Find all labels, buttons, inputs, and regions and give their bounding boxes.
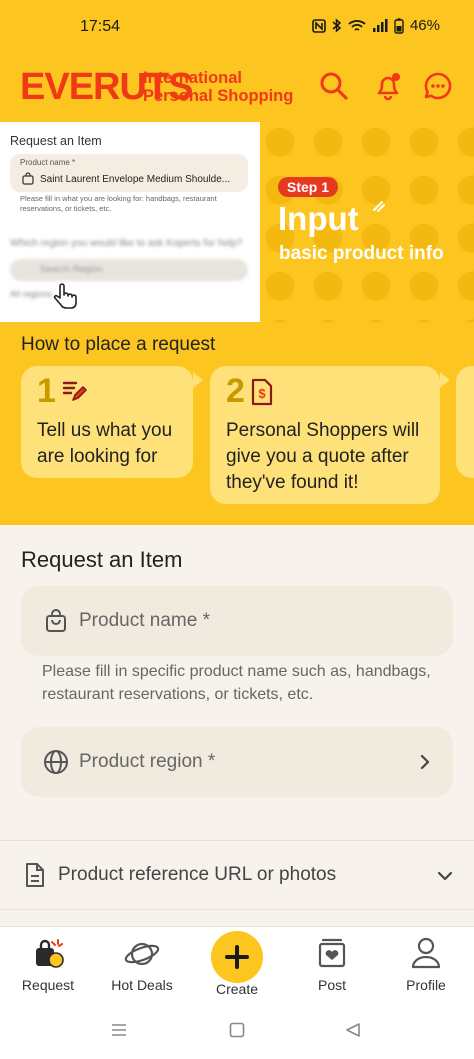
battery-icon — [394, 17, 404, 34]
step-text: Personal Shoppers will give you a quote … — [226, 418, 419, 496]
plus-icon — [225, 945, 249, 969]
how-to-title: How to place a request — [21, 334, 216, 355]
banner-title: Input — [278, 200, 359, 237]
tab-label: Hot Deals — [111, 977, 173, 993]
how-to-step-card: 1 Tell us what you are looking for — [21, 366, 193, 478]
tab-label: Post — [317, 977, 346, 993]
chevron-right-icon — [420, 754, 430, 770]
planet-icon — [124, 942, 160, 966]
step-number: 2 — [226, 372, 245, 410]
banner-subtitle: basic product info — [279, 243, 444, 264]
banner-shot-region-question: Which region you would like to ask Koper… — [10, 238, 243, 249]
how-to-section: How to place a request 1 Tell us what yo… — [0, 322, 474, 525]
tab-label: Request — [21, 977, 75, 993]
product-reference-row[interactable]: Product reference URL or photos — [0, 840, 474, 910]
step-number: 1 — [37, 372, 56, 410]
app-header: EVERUTS International Personal Shopping — [0, 56, 474, 122]
profile-icon — [411, 937, 441, 969]
tab-hot-deals[interactable]: Hot Deals — [95, 927, 189, 1007]
step-text-line: Personal Shoppers will — [226, 420, 420, 441]
divider — [0, 909, 474, 910]
banner-shot-region-popular: All regions — [10, 289, 53, 299]
globe-icon — [44, 750, 68, 774]
svg-text:$: $ — [258, 386, 266, 401]
tab-post[interactable]: Post — [285, 927, 379, 1007]
home-icon[interactable] — [229, 1022, 245, 1038]
banner-shot-field-value: Saint Laurent Envelope Medium Shoulde... — [40, 174, 231, 185]
tab-label: Create — [215, 981, 259, 997]
wifi-icon — [348, 19, 366, 31]
create-button[interactable] — [211, 931, 263, 983]
banner-shot-hint: Please fill in what you are looking for:… — [20, 194, 217, 213]
system-navigation-bar — [0, 1006, 474, 1059]
step-arrow — [440, 372, 450, 388]
step-arrow — [193, 372, 203, 388]
battery-percent: 46% — [409, 17, 440, 34]
pointing-hand-icon — [53, 283, 77, 309]
tagline-line1: International — [143, 69, 243, 87]
banner-shot-title: Request an Item — [10, 134, 102, 148]
product-name-field[interactable]: Product name * — [21, 586, 453, 656]
chevron-down-icon — [437, 871, 453, 881]
bottom-tab-bar: Request Hot Deals Create Post Profile — [0, 926, 474, 1006]
how-to-step-card-partial — [456, 366, 474, 478]
shopping-bag-icon — [22, 172, 34, 185]
app-tagline: International Personal Shopping — [143, 69, 293, 105]
form-title: Request an Item — [21, 547, 183, 572]
step-text-line: Tell us what you — [37, 420, 173, 441]
bell-icon[interactable] — [372, 70, 404, 102]
nfc-icon — [312, 18, 326, 33]
status-bar: 17:54 46% — [0, 0, 474, 56]
bluetooth-icon — [332, 18, 342, 33]
banner-shot-field-label: Product name * — [20, 158, 76, 167]
step-text: Tell us what you are looking for — [37, 418, 172, 470]
product-name-hint: Please fill in specific product name suc… — [42, 663, 431, 703]
how-to-step-card: 2 $ Personal Shoppers will give you a qu… — [210, 366, 440, 504]
document-icon — [26, 863, 44, 887]
promo-banner[interactable]: Request an Item Product name * Saint Lau… — [0, 122, 474, 322]
menu-icon[interactable] — [110, 1022, 128, 1038]
product-region-field[interactable]: Product region * — [21, 727, 453, 797]
product-name-placeholder: Product name * — [79, 610, 210, 631]
sparkle-icon — [373, 201, 385, 212]
product-region-placeholder: Product region * — [79, 751, 216, 772]
tab-label: Profile — [406, 977, 446, 993]
tab-profile[interactable]: Profile — [379, 927, 473, 1007]
status-time: 17:54 — [80, 18, 121, 35]
banner-shot-region-search: Search Region — [10, 259, 248, 281]
tab-request[interactable]: Request — [1, 927, 95, 1007]
price-tag-icon: $ — [251, 378, 273, 406]
step-badge: Step 1 — [278, 177, 339, 197]
step-text-line: they've found it! — [226, 472, 359, 493]
step-text-line: give you a quote after — [226, 446, 409, 467]
status-icons: 46% — [312, 17, 440, 34]
back-icon[interactable] — [345, 1022, 361, 1038]
signal-icon — [372, 18, 388, 32]
post-icon — [318, 938, 346, 968]
product-reference-label: Product reference URL or photos — [58, 864, 337, 885]
chat-icon[interactable] — [422, 70, 454, 102]
search-icon[interactable] — [318, 70, 350, 102]
note-pencil-icon — [62, 381, 87, 401]
tab-create[interactable]: Create — [190, 927, 284, 1007]
shopping-bag-icon — [46, 609, 66, 632]
request-icon — [36, 939, 64, 968]
tagline-line2: Personal Shopping — [143, 87, 294, 105]
banner-shot-blurred-section: Which region you would like to ask Koper… — [10, 238, 248, 299]
step-text-line: are looking for — [37, 446, 158, 467]
banner-screenshot: Request an Item Product name * Saint Lau… — [0, 122, 260, 322]
banner-shot-field: Product name * Saint Laurent Envelope Me… — [10, 154, 248, 192]
